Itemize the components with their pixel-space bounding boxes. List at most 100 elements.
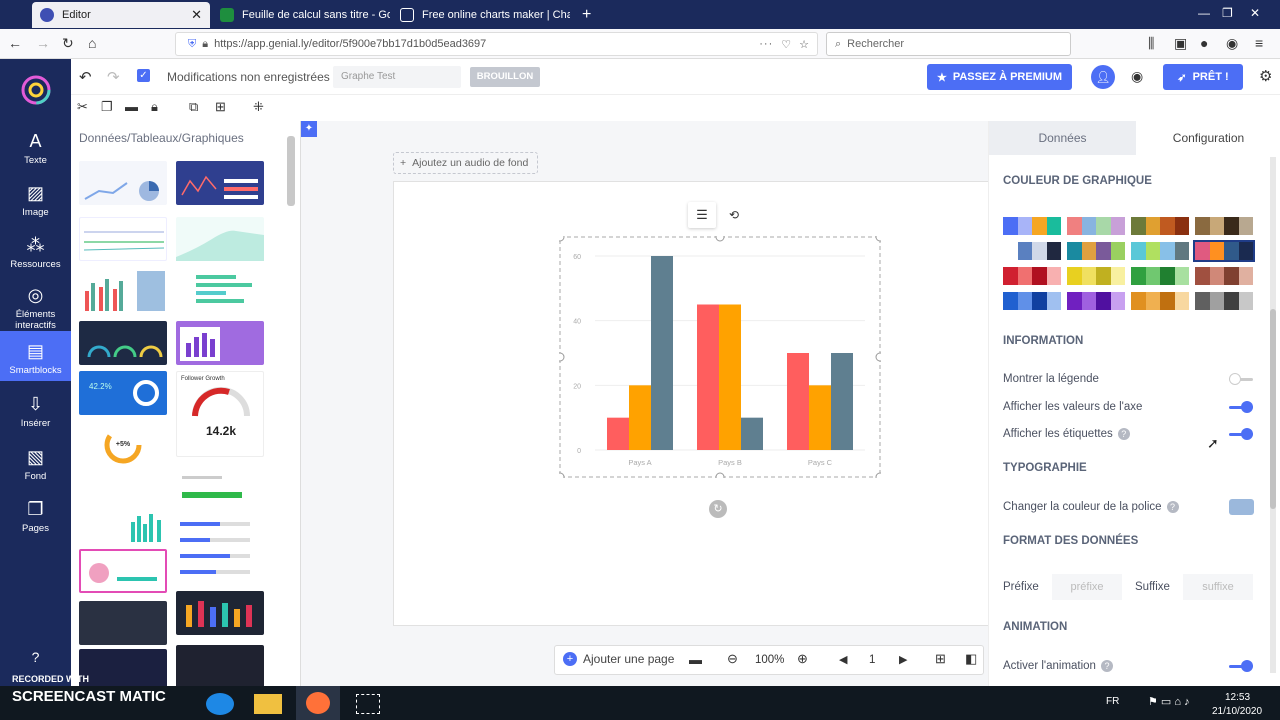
- template-thumbnail[interactable]: [79, 217, 167, 261]
- chart-settings-icon[interactable]: ☰: [688, 202, 716, 228]
- help-icon[interactable]: ?: [1117, 428, 1130, 440]
- template-thumbnail[interactable]: [79, 161, 167, 205]
- template-thumbnail[interactable]: [79, 321, 167, 365]
- snipping-icon[interactable]: [356, 694, 380, 714]
- firefox-taskbar-button[interactable]: [296, 686, 340, 720]
- library-icon[interactable]: ⫼: [1148, 35, 1154, 52]
- selected-template-thumbnail[interactable]: [79, 549, 167, 593]
- suffix-input[interactable]: suffixe: [1183, 574, 1253, 600]
- template-thumbnail[interactable]: [79, 649, 167, 686]
- title-input[interactable]: Graphe Test: [333, 66, 461, 88]
- tray-icons[interactable]: ⚑ ▭ ⌂ ♪: [1148, 695, 1190, 708]
- reload-icon[interactable]: ↻: [62, 35, 74, 52]
- template-thumbnail[interactable]: [79, 506, 167, 546]
- template-thumbnail[interactable]: [176, 269, 264, 313]
- explorer-icon[interactable]: [254, 694, 282, 714]
- bookmark-star-icon[interactable]: ☆: [799, 38, 809, 51]
- account-icon[interactable]: ◉: [1226, 35, 1238, 52]
- add-collaborator-icon[interactable]: 👤︎: [1091, 65, 1115, 89]
- zoom-out-icon[interactable]: ⊖: [727, 651, 738, 667]
- menu-icon[interactable]: ≡: [1255, 35, 1263, 51]
- help-icon[interactable]: ?: [0, 649, 71, 665]
- color-palette-option[interactable]: [1003, 292, 1061, 310]
- next-page-icon[interactable]: ▶: [899, 653, 907, 666]
- tab-editor[interactable]: Editor ✕: [32, 2, 210, 28]
- color-palette-option[interactable]: [1003, 242, 1061, 260]
- genially-logo[interactable]: [0, 74, 71, 108]
- new-tab-button[interactable]: +: [574, 2, 598, 28]
- rotate-handle-icon[interactable]: ↻: [709, 500, 727, 518]
- ready-button[interactable]: ➶ PRÊT !: [1163, 64, 1243, 90]
- color-palette-option[interactable]: [1067, 292, 1125, 310]
- browser-search-input[interactable]: ⌕ Rechercher: [826, 32, 1071, 56]
- minimize-icon[interactable]: —: [1198, 6, 1210, 20]
- gauge-template-thumbnail[interactable]: Follower Growth 14.2k: [176, 371, 264, 457]
- redo-icon[interactable]: ↷: [107, 68, 120, 86]
- back-icon[interactable]: ←: [8, 35, 22, 51]
- color-palette-option[interactable]: [1195, 217, 1253, 235]
- template-thumbnail[interactable]: [176, 591, 264, 635]
- zoom-in-icon[interactable]: ⊕: [797, 651, 808, 667]
- sidebar-item-interactive[interactable]: ◎ Éléments interactifs: [0, 285, 71, 331]
- split-view-icon[interactable]: ◧: [965, 651, 977, 667]
- template-thumbnail[interactable]: [79, 601, 167, 645]
- sidebar-icon[interactable]: ▣: [1174, 35, 1187, 52]
- sidebar-item-ressources[interactable]: ⁂ Ressources: [0, 235, 71, 270]
- copy-icon[interactable]: ❐: [101, 99, 113, 115]
- add-page-button[interactable]: + Ajouter une page: [563, 652, 674, 666]
- sidebar-item-image[interactable]: ▨ Image: [0, 183, 71, 218]
- tab-data[interactable]: Données: [989, 121, 1136, 155]
- color-palette-option[interactable]: [1003, 217, 1061, 235]
- chart-action-icon[interactable]: ⟲: [720, 202, 748, 228]
- delete-icon[interactable]: ▬: [125, 99, 138, 114]
- template-thumbnail[interactable]: [176, 516, 264, 580]
- config-scrollbar-track[interactable]: [1270, 157, 1276, 673]
- pocket-icon[interactable]: ♡: [781, 38, 791, 51]
- color-palette-option[interactable]: [1131, 267, 1189, 285]
- template-thumbnail[interactable]: [176, 321, 264, 365]
- edge-icon[interactable]: [206, 693, 234, 715]
- color-palette-option[interactable]: [1067, 267, 1125, 285]
- color-palette-option[interactable]: [1131, 242, 1189, 260]
- labels-toggle[interactable]: [1229, 428, 1253, 440]
- color-palette-option[interactable]: [1131, 217, 1189, 235]
- fit-screen-icon[interactable]: ⊞: [935, 651, 946, 667]
- color-palette-option[interactable]: [1195, 292, 1253, 310]
- help-icon[interactable]: ?: [1100, 660, 1113, 672]
- font-color-swatch[interactable]: [1229, 499, 1254, 515]
- align-icon[interactable]: ⊞: [215, 99, 226, 115]
- axis-values-toggle[interactable]: [1229, 401, 1253, 413]
- pin-icon[interactable]: ✦: [301, 121, 317, 137]
- bar-chart[interactable]: 0 20 40 60 Pays A Pays B Pays C: [559, 236, 881, 478]
- tab-sheets[interactable]: Feuille de calcul sans titre - Go ✕: [212, 2, 390, 28]
- template-thumbnail[interactable]: [79, 269, 167, 313]
- template-thumbnail[interactable]: [176, 645, 264, 686]
- color-palette-option[interactable]: [1003, 267, 1061, 285]
- prev-page-icon[interactable]: ◀: [839, 653, 847, 666]
- add-audio-button[interactable]: + Ajoutez un audio de fond: [393, 152, 538, 174]
- template-thumbnail[interactable]: [176, 161, 264, 205]
- color-palette-option[interactable]: [1193, 240, 1255, 262]
- close-tab-icon[interactable]: ✕: [185, 7, 202, 23]
- template-thumbnail[interactable]: [176, 217, 264, 261]
- grid-icon[interactable]: ⁜: [253, 99, 264, 115]
- legend-toggle[interactable]: [1229, 373, 1253, 385]
- color-palette-option[interactable]: [1067, 217, 1125, 235]
- more-icon[interactable]: ···: [759, 38, 773, 50]
- close-window-icon[interactable]: ✕: [1250, 6, 1260, 20]
- sidebar-item-inserer[interactable]: ⇩ Insérer: [0, 394, 71, 429]
- preview-eye-icon[interactable]: ◉: [1131, 68, 1143, 85]
- settings-gear-icon[interactable]: ⚙: [1259, 67, 1272, 85]
- url-bar[interactable]: ⛨ 🔒︎ https://app.genial.ly/editor/5f900e…: [175, 32, 818, 56]
- tab-configuration[interactable]: Configuration: [1136, 121, 1280, 155]
- forward-icon[interactable]: →: [36, 35, 50, 51]
- maximize-icon[interactable]: ❐: [1222, 6, 1233, 20]
- cut-icon[interactable]: ✂: [77, 99, 88, 115]
- template-thumbnail[interactable]: +5%: [79, 421, 167, 493]
- sidebar-item-pages[interactable]: ❐ Pages: [0, 499, 71, 534]
- language-indicator[interactable]: FR: [1106, 696, 1119, 707]
- premium-button[interactable]: ★ PASSEZ À PREMIUM: [927, 64, 1072, 90]
- animation-toggle[interactable]: [1229, 660, 1253, 672]
- tab-charts[interactable]: Free online charts maker | Cha ✕: [392, 2, 570, 28]
- slide[interactable]: ☰ ⟲ 0 20 40 60 Pays A Pays B Pays C ↻: [393, 181, 993, 626]
